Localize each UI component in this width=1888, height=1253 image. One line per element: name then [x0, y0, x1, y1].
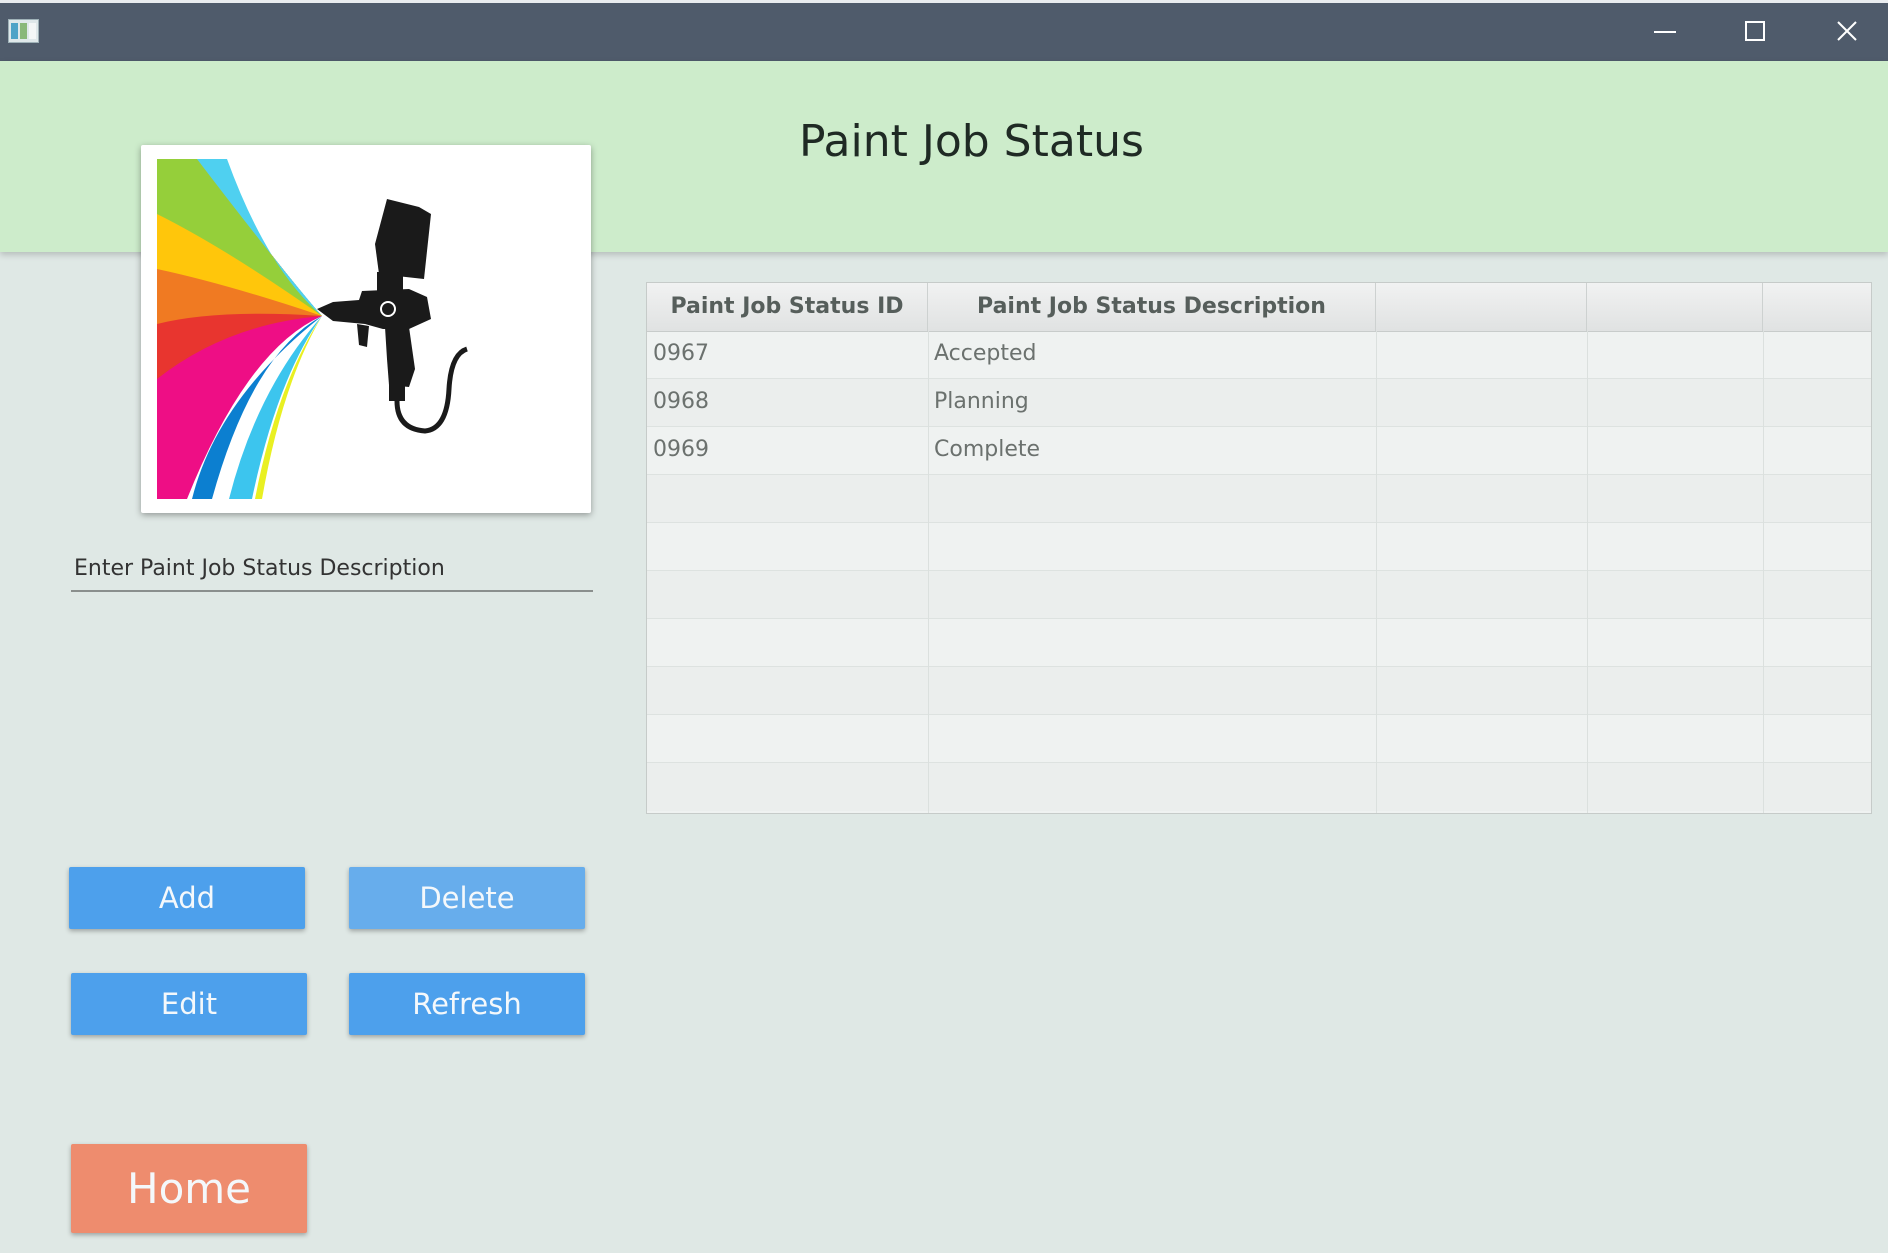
cell-status-description: Accepted [934, 341, 1037, 366]
column-header-status-description[interactable]: Paint Job Status Description [928, 283, 1376, 331]
page-title: Paint Job Status [799, 116, 1144, 167]
maximize-button[interactable] [1709, 0, 1801, 61]
close-button[interactable] [1801, 0, 1888, 61]
cell-status-id: 0969 [653, 437, 709, 462]
cell-status-description: Planning [934, 389, 1029, 414]
column-header-empty[interactable] [1763, 283, 1871, 331]
column-divider [1376, 331, 1377, 813]
status-description-input[interactable] [71, 546, 593, 592]
logo-card [141, 145, 591, 513]
table-header: Paint Job Status ID Paint Job Status Des… [647, 283, 1871, 332]
window-app-icon [8, 19, 39, 43]
home-button[interactable]: Home [71, 1144, 307, 1233]
title-bar-top-edge [0, 0, 1888, 3]
edit-button[interactable]: Edit [71, 973, 307, 1035]
refresh-button[interactable]: Refresh [349, 973, 585, 1035]
cell-status-id: 0968 [653, 389, 709, 414]
table-row-empty [647, 667, 1871, 715]
table-row-empty [647, 715, 1871, 763]
column-divider [928, 331, 929, 813]
column-divider [1587, 331, 1588, 813]
column-header-empty[interactable] [1376, 283, 1587, 331]
table-row-empty [647, 571, 1871, 619]
minimize-icon [1654, 30, 1676, 33]
table-row[interactable]: 0968 Planning [647, 379, 1871, 427]
table-row-empty [647, 619, 1871, 667]
table-row-empty [647, 523, 1871, 571]
table-row[interactable]: 0967 Accepted [647, 331, 1871, 379]
cell-status-description: Complete [934, 437, 1041, 462]
table-row-empty [647, 763, 1871, 811]
delete-button[interactable]: Delete [349, 867, 585, 929]
maximize-icon [1745, 20, 1765, 41]
close-icon [1837, 20, 1857, 41]
column-divider [1763, 331, 1764, 813]
table-row-empty [647, 475, 1871, 523]
cell-status-id: 0967 [653, 341, 709, 366]
window-title-bar [0, 0, 1888, 61]
add-button[interactable]: Add [69, 867, 305, 929]
status-table[interactable]: Paint Job Status ID Paint Job Status Des… [646, 282, 1872, 814]
table-row[interactable]: 0969 Complete [647, 427, 1871, 475]
column-header-empty[interactable] [1587, 283, 1763, 331]
column-header-status-id[interactable]: Paint Job Status ID [647, 283, 928, 331]
spray-gun-rainbow-logo [157, 159, 469, 499]
minimize-button[interactable] [1619, 0, 1711, 61]
